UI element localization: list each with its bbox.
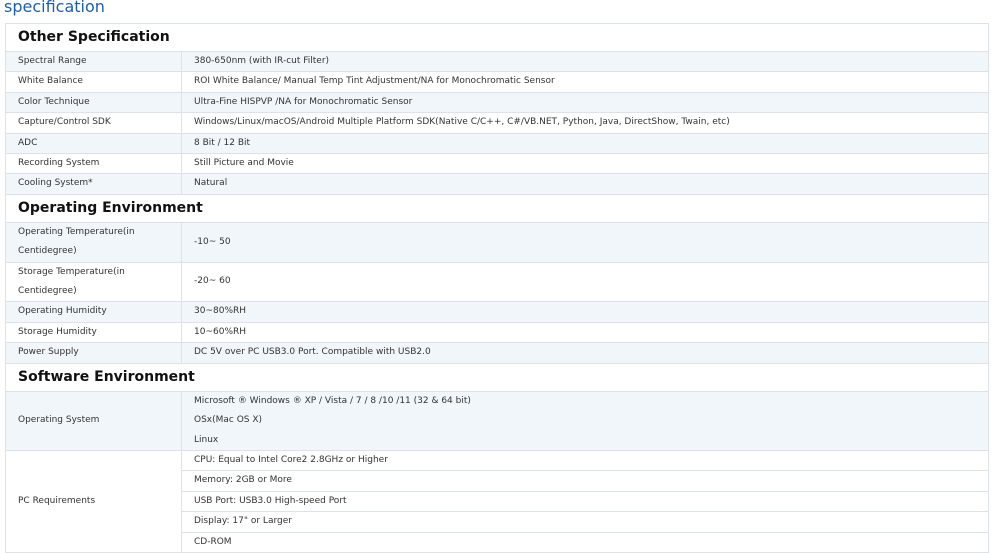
os-line: Microsoft ® Windows ® XP / Vista / 7 / 8…: [194, 395, 471, 406]
os-line: Linux: [194, 434, 219, 445]
section-title: Software Environment: [4, 362, 990, 392]
row-value: Microsoft ® Windows ® XP / Vista / 7 / 8…: [180, 390, 990, 451]
row-label: Recording System: [5, 153, 182, 175]
section-title: Operating Environment: [4, 193, 990, 223]
row-label: Spectral Range: [5, 50, 182, 73]
pc-requirement-line: Memory: 2GB or More: [180, 470, 990, 492]
table-row-pc-requirements: PC Requirements CPU: Equal to Intel Core…: [5, 449, 990, 553]
row-value: Natural: [180, 173, 990, 195]
table-row: Operating Humidity 30~80%RH: [5, 301, 990, 323]
pc-requirement-line: Display: 17" or Larger: [180, 511, 990, 533]
row-value: 8 Bit / 12 Bit: [180, 132, 990, 155]
table-row: Storage Humidity 10~60%RH: [5, 321, 990, 344]
table-row: Capture/Control SDK Windows/Linux/macOS/…: [5, 112, 990, 134]
table-row-operating-system: Operating System Microsoft ® Windows ® X…: [5, 390, 990, 451]
table-row: ADC 8 Bit / 12 Bit: [5, 132, 990, 155]
row-label: Storage Temperature(in Centidegree): [5, 261, 182, 303]
row-label: Operating Temperature(in Centidegree): [5, 221, 182, 263]
section-title: Other Specification: [4, 23, 990, 52]
table-row: Cooling System* Natural: [5, 173, 990, 195]
section-header-operating-environment: Operating Environment: [4, 193, 990, 223]
row-label: Storage Humidity: [5, 321, 182, 344]
row-value: Still Picture and Movie: [180, 153, 990, 175]
row-label: Operating Humidity: [5, 301, 182, 323]
row-label: Power Supply: [5, 342, 182, 364]
row-label: Cooling System*: [5, 173, 182, 195]
table-row: White Balance ROI White Balance/ Manual …: [5, 71, 990, 93]
table-row: Operating Temperature(in Centidegree) -1…: [5, 221, 990, 263]
row-value: Windows/Linux/macOS/Android Multiple Pla…: [180, 112, 990, 134]
row-label: ADC: [5, 132, 182, 155]
row-label: PC Requirements: [5, 449, 182, 553]
row-label: Capture/Control SDK: [5, 112, 182, 134]
row-label: Operating System: [5, 390, 182, 451]
table-row: Spectral Range 380-650nm (with IR-cut Fi…: [5, 50, 990, 73]
table-row: Power Supply DC 5V over PC USB3.0 Port. …: [5, 342, 990, 364]
row-label: White Balance: [5, 71, 182, 93]
row-value: ROI White Balance/ Manual Temp Tint Adju…: [180, 71, 990, 93]
row-value: 30~80%RH: [180, 301, 990, 323]
os-line: OSx(Mac OS X): [194, 415, 263, 426]
row-value: Ultra-Fine HISPVP /NA for Monochromatic …: [180, 91, 990, 114]
row-value: 10~60%RH: [180, 321, 990, 344]
pc-requirement-line: USB Port: USB3.0 High-speed Port: [180, 490, 990, 513]
section-header-other-specification: Other Specification: [4, 23, 990, 52]
row-value: -10~ 50: [180, 221, 990, 263]
table-row: Color Technique Ultra-Fine HISPVP /NA fo…: [5, 91, 990, 114]
row-value: DC 5V over PC USB3.0 Port. Compatible wi…: [180, 342, 990, 364]
page-heading: specification: [4, 0, 105, 16]
specification-table: Other Specification Spectral Range 380-6…: [4, 23, 990, 553]
pc-requirement-line: CPU: Equal to Intel Core2 2.8GHz or High…: [180, 449, 990, 472]
table-row: Storage Temperature(in Centidegree) -20~…: [5, 261, 990, 303]
table-row: Recording System Still Picture and Movie: [5, 153, 990, 175]
row-value: -20~ 60: [180, 261, 990, 303]
section-header-software-environment: Software Environment: [4, 362, 990, 392]
row-label: Color Technique: [5, 91, 182, 114]
pc-requirement-line: CD-ROM: [180, 531, 990, 553]
row-value: 380-650nm (with IR-cut Filter): [180, 50, 990, 73]
